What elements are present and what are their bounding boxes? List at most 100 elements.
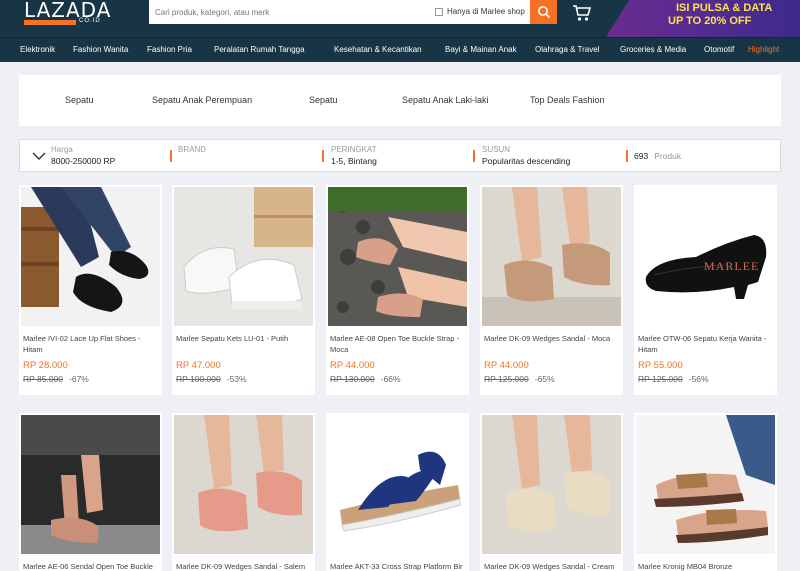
original-price: RP 125.000 [638,374,683,384]
product-title[interactable]: Marlee DK-09 Wedges Sandal - Cream [484,561,620,571]
product-card[interactable]: Marlee AKT-33 Cross Strap Platform Bir [326,413,469,571]
subcategory-link[interactable]: Sepatu [309,95,338,105]
product-image[interactable]: MARLEE [636,187,775,326]
price-label: Harga [51,145,73,154]
search-input[interactable] [149,0,429,24]
promo-line-2: UP TO 20% OFF [668,15,752,27]
promo-banner[interactable]: ISI PULSA & DATA UP TO 20% OFF [606,0,800,37]
filter-bar: Harga 8000-250000 RP BRAND PERINGKAT 1-5… [19,139,781,172]
product-photo-wedges-moca [482,187,621,326]
product-count: 693 Produk [634,151,681,161]
product-photo-white-sneakers [174,187,313,326]
checkbox-box[interactable] [435,8,443,16]
product-original-price: RP 100.000 -53% [176,374,247,384]
product-photo-buckle-sandal [328,187,467,326]
cart-button[interactable] [572,4,592,22]
product-original-price: RP 125.000 -65% [484,374,555,384]
nav-olahraga-travel[interactable]: Olahraga & Travel [535,45,599,54]
product-title[interactable]: Marlee AE-08 Open Toe Buckle Strap - Moc… [330,333,466,355]
product-photo-wedges-cream [482,415,621,554]
product-title[interactable]: Marlee DK-09 Wedges Sandal - Moca [484,333,620,355]
subcategory-link[interactable]: Sepatu Anak Perempuan [152,95,252,105]
nav-fashion-wanita[interactable]: Fashion Wanita [73,45,128,54]
nav-highlight[interactable]: Highlight [748,45,779,54]
nav-peralatan-rumah-tangga[interactable]: Peralatan Rumah Tangga [214,45,305,54]
product-image[interactable] [328,187,467,326]
product-card[interactable]: Marlee DK-09 Wedges Sandal - Salem [172,413,315,571]
brand-label: BRAND [178,145,207,154]
product-card[interactable]: Marlee Sepatu Kets LU-01 - Putih RP 47.0… [172,185,315,395]
product-image[interactable] [174,415,313,554]
product-title[interactable]: Marlee OTW-06 Sepatu Kerja Wanita - Hita… [638,333,774,355]
product-card[interactable]: Marlee DK-09 Wedges Sandal - Cream [480,413,623,571]
product-price: RP 55.000 [638,360,683,371]
brand-watermark: MARLEE [704,259,760,273]
product-original-price: RP 125.000 -56% [638,374,709,384]
nav-groceries-media[interactable]: Groceries & Media [620,45,686,54]
filter-separator [322,150,324,162]
chevron-down-icon[interactable] [32,151,46,161]
product-image[interactable] [21,187,160,326]
product-image[interactable] [636,415,775,554]
product-card[interactable]: Marlee Kronig MB04 Bronze [634,413,777,571]
discount-badge: -66% [380,374,401,384]
cart-icon [573,5,592,21]
product-image[interactable] [482,187,621,326]
product-title[interactable]: Marlee AKT-33 Cross Strap Platform Bir [330,561,466,571]
product-title[interactable]: Marlee Sepatu Kets LU-01 - Putih [176,333,312,355]
logo-domain: CO.ID [79,18,101,24]
product-image[interactable] [21,415,160,554]
search-box: Hanya di Marlee shop [149,0,530,24]
product-title[interactable]: Marlee DK-09 Wedges Sandal - Salem [176,561,312,571]
promo-line-1: ISI PULSA & DATA [676,2,773,14]
price-filter[interactable]: Harga 8000-250000 RP [51,145,115,166]
price-value: 8000-250000 RP [51,156,116,166]
product-image[interactable] [174,187,313,326]
product-card[interactable]: Marlee DK-09 Wedges Sandal - Moca RP 44.… [480,185,623,395]
product-card[interactable]: MARLEE Marlee OTW-06 Sepatu Kerja Wanita… [634,185,777,395]
subcategory-link[interactable]: Sepatu Anak Laki-laki [402,95,489,105]
product-image[interactable] [328,415,467,554]
original-price: RP 100.000 [176,374,221,384]
filter-separator [473,150,475,162]
product-title[interactable]: Marlee IVI-02 Lace Up Flat Shoes - Hitam [23,333,159,355]
category-nav: Elektronik Fashion Wanita Fashion Pria P… [0,37,800,62]
product-photo-cross-strap [328,415,467,554]
product-count-value: 693 [634,151,649,161]
subcategory-link[interactable]: Top Deals Fashion [530,95,605,105]
subcategory-box: Sepatu Sepatu Anak Perempuan Sepatu Sepa… [19,75,781,126]
product-title[interactable]: Marlee Kronig MB04 Bronze [638,561,774,571]
nav-bayi-mainan-anak[interactable]: Bayi & Mainan Anak [445,45,517,54]
discount-badge: -65% [534,374,555,384]
nav-elektronik[interactable]: Elektronik [20,45,55,54]
discount-badge: -53% [226,374,247,384]
product-card[interactable]: Marlee AE-06 Sendal Open Toe Buckle [19,413,162,571]
product-count-unit: Produk [654,151,682,161]
nav-kesehatan-kecantikan[interactable]: Kesehatan & Kecantikan [334,45,422,54]
rating-value: 1-5, Bintang [331,156,377,166]
sort-filter[interactable]: SUSUN Popularitas descending [482,145,570,166]
nav-otomotif[interactable]: Otomotif [704,45,734,54]
product-photo-flat-shoes [21,187,160,326]
product-original-price: RP 85.000 -67% [23,374,89,384]
shop-only-checkbox[interactable]: Hanya di Marlee shop [435,7,535,19]
nav-fashion-pria[interactable]: Fashion Pria [147,45,192,54]
brand-filter[interactable]: BRAND [178,145,206,154]
logo-bar [24,20,76,25]
filter-separator [626,150,628,162]
sort-value: Popularitas descending [482,156,571,166]
top-header: LAZADA CO.ID Hanya di Marlee shop ISI PU… [0,0,800,37]
product-card[interactable]: Marlee AE-08 Open Toe Buckle Strap - Moc… [326,185,469,395]
search-icon [538,6,551,19]
original-price: RP 125.000 [484,374,529,384]
logo-underline: CO.ID [24,18,104,25]
product-photo-sendal-buckle [21,415,160,554]
product-image[interactable] [482,415,621,554]
sort-label: SUSUN [482,145,511,154]
rating-filter[interactable]: PERINGKAT 1-5, Bintang [331,145,377,166]
product-card[interactable]: Marlee IVI-02 Lace Up Flat Shoes - Hitam… [19,185,162,395]
search-button[interactable] [530,0,557,24]
subcategory-link[interactable]: Sepatu [65,95,94,105]
filter-separator [170,150,172,162]
product-title[interactable]: Marlee AE-06 Sendal Open Toe Buckle [23,561,159,571]
